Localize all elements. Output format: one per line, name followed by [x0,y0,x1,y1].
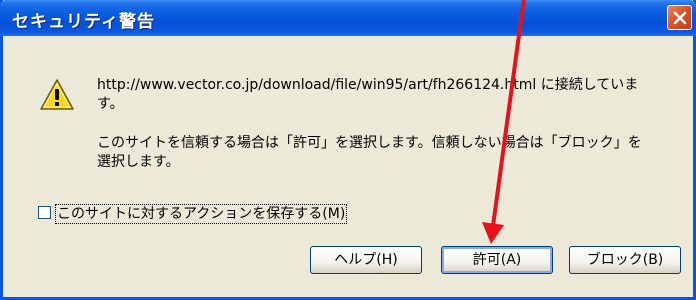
window-title: セキュリティ警告 [12,12,155,32]
message-line-3: このサイトを信頼する場合は「許可」を選択します。信頼しない場合は「ブロック」を [97,135,642,151]
help-button[interactable]: ヘルプ(H) [310,246,422,274]
close-icon [673,11,687,25]
message-paragraph-2: このサイトを信頼する場合は「許可」を選択します。信頼しない場合は「ブロック」を … [97,134,642,172]
message-paragraph-1: http://www.vector.co.jp/download/file/wi… [97,76,638,114]
warning-icon [40,79,74,110]
title-bar[interactable]: セキュリティ警告 [0,0,696,36]
message-line-2: す。 [97,96,124,112]
message-line-1: http://www.vector.co.jp/download/file/wi… [97,77,639,93]
security-warning-dialog: セキュリティ警告 http://www.vector.co.jp/downloa… [0,0,696,300]
block-button[interactable]: ブロック(B) [569,246,681,274]
save-action-label[interactable]: このサイトに対するアクションを保存する(M) [55,204,348,224]
message-line-4: 選択します。 [97,154,180,170]
allow-button[interactable]: 許可(A) [441,246,553,274]
close-button[interactable] [667,5,692,30]
save-action-checkbox[interactable] [38,206,51,219]
